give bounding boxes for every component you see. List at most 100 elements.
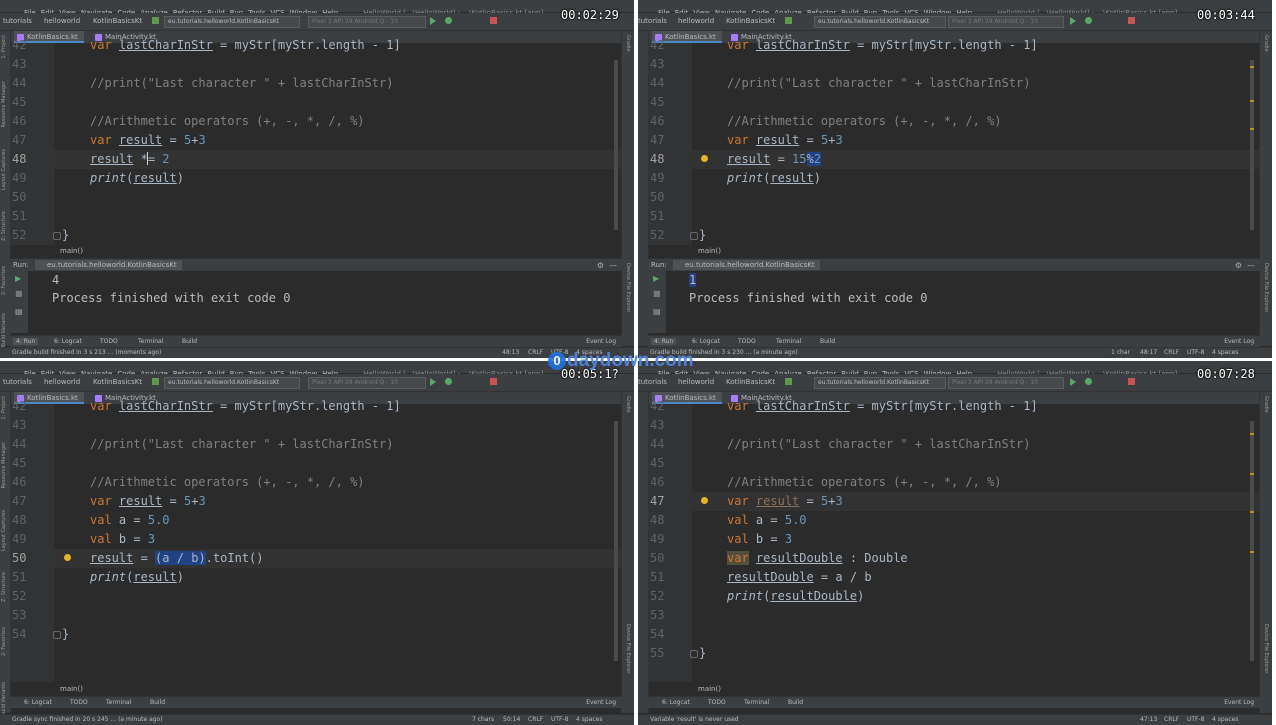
tool-project[interactable]: 1: Project xyxy=(1,35,7,59)
tool-todo[interactable]: TODO xyxy=(738,338,756,345)
crumb-project[interactable]: tutorials xyxy=(3,378,32,386)
tool-terminal[interactable]: Terminal xyxy=(106,699,131,706)
lightbulb-icon[interactable] xyxy=(701,497,708,504)
minimize-icon[interactable]: — xyxy=(609,261,617,270)
tool-gradle[interactable]: Gradle xyxy=(1263,396,1269,413)
tool-logcat[interactable]: 6: Logcat xyxy=(54,338,82,345)
hammer-icon[interactable] xyxy=(152,378,159,385)
stop-icon[interactable]: ■ xyxy=(15,289,23,298)
stop-icon[interactable]: ■ xyxy=(653,289,661,298)
run-config-select[interactable]: eu.tutorials.helloworld.KotlinBasicsKt xyxy=(164,16,300,28)
tool-gradle[interactable]: Gradle xyxy=(625,35,631,52)
gear-icon[interactable]: ⚙ xyxy=(1235,261,1242,270)
status-line-sep[interactable]: CRLF xyxy=(1164,716,1179,723)
tool-device-file-explorer[interactable]: Device File Explorer xyxy=(625,624,631,673)
tool-build[interactable]: Build xyxy=(788,699,803,706)
error-stripe-marker[interactable] xyxy=(1250,100,1254,102)
fold-marker-icon[interactable] xyxy=(53,631,61,639)
play-icon[interactable]: ▶ xyxy=(653,274,659,283)
status-position[interactable]: 47:13 xyxy=(1140,716,1157,723)
tool-favorites[interactable]: 2: Favorites xyxy=(1,266,7,295)
lightbulb-icon[interactable] xyxy=(64,554,71,561)
tool-gradle[interactable]: Gradle xyxy=(625,396,631,413)
play-icon[interactable] xyxy=(1070,378,1076,386)
debug-icon[interactable] xyxy=(445,17,452,24)
fold-marker-icon[interactable] xyxy=(690,232,698,240)
tool-layout-captures[interactable]: Layout Captures xyxy=(1,149,7,190)
tool-build[interactable]: Build xyxy=(182,338,197,345)
tool-resource-manager[interactable]: Resource Manager xyxy=(1,442,7,488)
stop-icon[interactable] xyxy=(490,378,497,385)
play-icon[interactable]: ▶ xyxy=(15,274,21,283)
play-icon[interactable] xyxy=(430,17,436,25)
lightbulb-icon[interactable] xyxy=(701,155,708,162)
tool-todo[interactable]: TODO xyxy=(100,338,118,345)
tool-terminal[interactable]: Terminal xyxy=(776,338,801,345)
error-stripe-marker[interactable] xyxy=(1250,473,1254,475)
error-stripe-marker[interactable] xyxy=(1250,511,1254,513)
tool-build[interactable]: Build xyxy=(820,338,835,345)
tool-structure[interactable]: Z: Structure xyxy=(1,211,7,241)
error-stripe-marker[interactable] xyxy=(1250,551,1254,553)
crumb-project[interactable]: tutorials xyxy=(638,378,667,386)
run-config-select[interactable]: eu.tutorials.helloworld.KotlinBasicsKt xyxy=(814,16,946,28)
debug-icon[interactable] xyxy=(1085,17,1092,24)
hammer-icon[interactable] xyxy=(785,17,792,24)
event-log[interactable]: Event Log xyxy=(1224,699,1254,706)
device-select[interactable]: Pixel 3 API 29 Android Q - 10 xyxy=(308,377,426,389)
status-indent[interactable]: 4 spaces xyxy=(1212,349,1238,356)
stop-icon[interactable] xyxy=(490,17,497,24)
status-position[interactable]: 48:17 xyxy=(1140,349,1157,356)
error-stripe-marker[interactable] xyxy=(1250,128,1254,130)
layout-icon[interactable]: ▤ xyxy=(653,307,661,316)
run-config-select[interactable]: eu.tutorials.helloworld.KotlinBasicsKt xyxy=(164,377,300,389)
crumb-file[interactable]: KotlinBasicsKt xyxy=(93,378,142,386)
gear-icon[interactable]: ⚙ xyxy=(597,261,604,270)
editor-breadcrumb[interactable]: main() xyxy=(692,246,1260,257)
fold-marker-icon[interactable] xyxy=(53,232,61,240)
device-select[interactable]: Pixel 3 API 29 Android Q - 10 xyxy=(308,16,426,28)
minimize-icon[interactable]: — xyxy=(1247,261,1255,270)
event-log[interactable]: Event Log xyxy=(1224,338,1254,345)
device-select[interactable]: Pixel 3 API 29 Android Q - 10 xyxy=(948,377,1064,389)
device-select[interactable]: Pixel 3 API 29 Android Q - 10 xyxy=(948,16,1064,28)
status-line-sep[interactable]: CRLF xyxy=(528,716,543,723)
layout-icon[interactable]: ▤ xyxy=(15,307,23,316)
tool-build[interactable]: Build xyxy=(150,699,165,706)
crumb-module[interactable]: helloworld xyxy=(678,17,714,25)
fold-marker-icon[interactable] xyxy=(690,650,698,658)
debug-icon[interactable] xyxy=(1085,378,1092,385)
tool-build-variants[interactable]: Build Variants xyxy=(1,682,7,716)
stop-icon[interactable] xyxy=(1128,378,1135,385)
tool-logcat[interactable]: 6: Logcat xyxy=(692,338,720,345)
play-icon[interactable] xyxy=(1070,17,1076,25)
editor-scrollbar[interactable] xyxy=(614,421,618,661)
crumb-module[interactable]: helloworld xyxy=(678,378,714,386)
crumb-module[interactable]: helloworld xyxy=(44,17,80,25)
status-encoding[interactable]: UTF-8 xyxy=(1187,349,1205,356)
tool-device-file-explorer[interactable]: Device File Explorer xyxy=(1263,624,1269,673)
status-position[interactable]: 48:13 xyxy=(502,349,519,356)
editor-scrollbar[interactable] xyxy=(1250,421,1254,661)
crumb-project[interactable]: tutorials xyxy=(3,17,32,25)
stop-icon[interactable] xyxy=(1128,17,1135,24)
status-indent[interactable]: 4 spaces xyxy=(1212,716,1238,723)
editor-scrollbar[interactable] xyxy=(1250,60,1254,230)
tool-layout-captures[interactable]: Layout Captures xyxy=(1,510,7,551)
tool-build-variants[interactable]: Build Variants xyxy=(1,313,7,347)
error-stripe-marker[interactable] xyxy=(1250,66,1254,68)
event-log[interactable]: Event Log xyxy=(586,699,616,706)
crumb-project[interactable]: tutorials xyxy=(638,17,667,25)
debug-icon[interactable] xyxy=(445,378,452,385)
crumb-module[interactable]: helloworld xyxy=(44,378,80,386)
status-encoding[interactable]: UTF-8 xyxy=(551,716,569,723)
tool-device-file-explorer[interactable]: Device File Explorer xyxy=(625,263,631,312)
event-log[interactable]: Event Log xyxy=(586,338,616,345)
run-config-select[interactable]: eu.tutorials.helloworld.KotlinBasicsKt xyxy=(814,377,946,389)
crumb-file[interactable]: KotlinBasicsKt xyxy=(93,17,142,25)
tool-todo[interactable]: TODO xyxy=(70,699,88,706)
crumb-file[interactable]: KotlinBasicsKt xyxy=(726,378,775,386)
editor-breadcrumb[interactable]: main() xyxy=(54,246,622,257)
play-icon[interactable] xyxy=(430,378,436,386)
editor-breadcrumb[interactable]: main() xyxy=(692,684,1260,695)
